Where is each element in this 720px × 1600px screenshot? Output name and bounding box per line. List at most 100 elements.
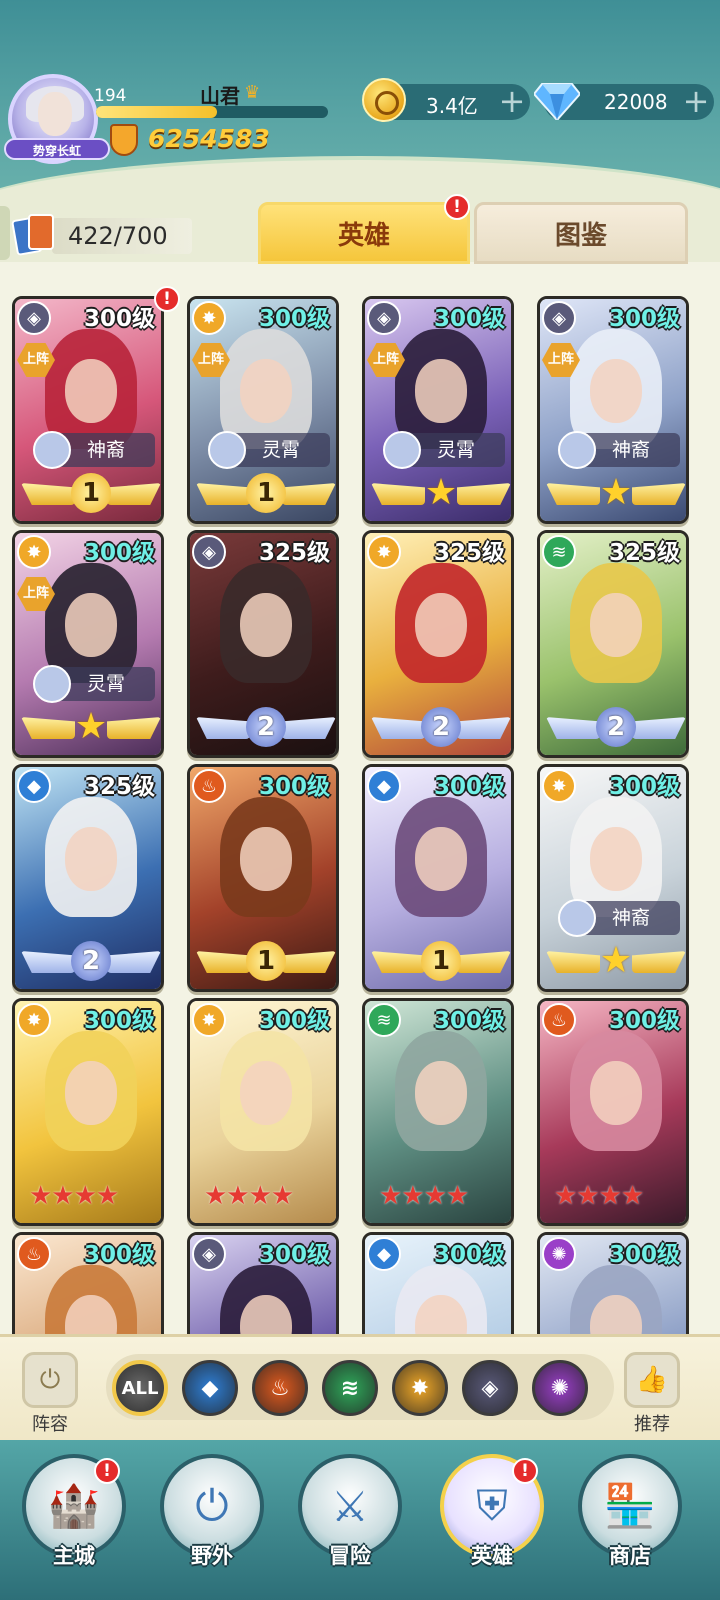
hero-card[interactable]: ◈ 300级 — [187, 1232, 339, 1334]
hero-face — [415, 1061, 467, 1125]
rank-wings: 1 — [21, 473, 161, 513]
rank-wings: ★ — [371, 473, 511, 513]
rank-wings: 1 — [371, 941, 511, 981]
wing-right-icon — [282, 483, 336, 505]
hero-card[interactable]: ◈ 300级 上阵 神裔 1 — [12, 296, 164, 524]
nature-faction-icon: ≋ — [367, 1003, 401, 1037]
light-faction-icon: ✸ — [192, 301, 226, 335]
wing-left-icon — [546, 483, 600, 505]
water-faction-icon: ◆ — [367, 769, 401, 803]
crown-icon: ♛ — [244, 82, 261, 103]
hero-level: 300级 — [258, 306, 330, 332]
hero-level: 300级 — [83, 306, 155, 332]
nav-helmet[interactable]: ⛨ 英雄! — [440, 1454, 544, 1600]
hero-level: 300级 — [258, 1008, 330, 1034]
rank-wings: ★ — [546, 941, 686, 981]
player-level: 194 — [94, 86, 127, 106]
hero-card[interactable]: ✸ 300级 ★★★★ — [187, 998, 339, 1226]
hero-card[interactable]: ♨ 300级 — [12, 1232, 164, 1334]
power-value: 6254583 — [148, 124, 270, 153]
filter-arcane-button[interactable]: ✺ — [532, 1360, 588, 1416]
rank-value: 2 — [71, 941, 111, 981]
hero-card[interactable]: ◈ 325级 2 — [187, 530, 339, 758]
rank-wings: 1 — [196, 473, 336, 513]
player-avatar[interactable]: 势穿长虹 — [4, 74, 110, 164]
class-emblem-icon — [558, 431, 596, 469]
dark-faction-icon: ◈ — [192, 1237, 226, 1271]
rank-wings: ★ — [21, 707, 161, 747]
hero-level: 300级 — [433, 1008, 505, 1034]
hero-card[interactable]: ◆ 300级 — [362, 1232, 514, 1334]
recommend-button[interactable]: 👍 推荐 — [620, 1352, 684, 1436]
hero-card[interactable]: ≋ 300级 ★★★★ — [362, 998, 514, 1226]
hero-card[interactable]: ✸ 300级 上阵 灵霄 1 — [187, 296, 339, 524]
collection-count: 422/700 — [68, 222, 168, 250]
light-faction-icon: ✸ — [367, 535, 401, 569]
nav-label: 野外 — [191, 1544, 233, 1568]
light-faction-icon: ✸ — [17, 1003, 51, 1037]
nav-shop[interactable]: 🏪 商店 — [578, 1454, 682, 1600]
hero-card[interactable]: ◆ 325级 2 — [12, 764, 164, 992]
hero-level: 325级 — [433, 540, 505, 566]
rank-wings: 1 — [196, 941, 336, 981]
filter-nature-button[interactable]: ≋ — [322, 1360, 378, 1416]
water-faction-icon: ◆ — [367, 1237, 401, 1271]
gold-plus-button[interactable]: + — [496, 84, 528, 120]
nav-label: 商店 — [609, 1544, 651, 1568]
arcane-faction-icon: ✺ — [542, 1237, 576, 1271]
nav-portal[interactable]: ⏻ 野外 — [160, 1454, 264, 1600]
wing-left-icon — [371, 483, 425, 505]
wing-right-icon — [632, 951, 686, 973]
rank-value: ★ — [599, 940, 633, 981]
hero-card[interactable]: ✸ 325级 2 — [362, 530, 514, 758]
hero-card[interactable]: ✸ 300级 神裔 ★ — [537, 764, 689, 992]
hero-level: 300级 — [608, 1242, 680, 1268]
filter-water-button[interactable]: ◆ — [182, 1360, 238, 1416]
filter-light-button[interactable]: ✸ — [392, 1360, 448, 1416]
star-rating: ★★★★ — [204, 1181, 294, 1211]
light-faction-icon: ✸ — [192, 1003, 226, 1037]
tab-gallery[interactable]: 图鉴 — [474, 202, 688, 264]
nav-alert-icon: ! — [94, 1458, 120, 1484]
hero-card[interactable]: ◆ 300级 1 — [362, 764, 514, 992]
wing-left-icon — [546, 951, 600, 973]
hero-level: 300级 — [608, 306, 680, 332]
left-edge-tab[interactable] — [0, 206, 10, 260]
hero-card[interactable]: ♨ 300级 1 — [187, 764, 339, 992]
wing-right-icon — [457, 483, 511, 505]
hero-card[interactable]: ◈ 300级 上阵 神裔 ★ — [537, 296, 689, 524]
filter-dark-button[interactable]: ◈ — [462, 1360, 518, 1416]
hero-card[interactable]: ◈ 300级 上阵 灵霄 ★ — [362, 296, 514, 524]
rank-value: 1 — [246, 473, 286, 513]
diamond-plus-button[interactable]: + — [680, 84, 712, 120]
hero-card[interactable]: ≋ 325级 2 — [537, 530, 689, 758]
avatar-face — [38, 92, 72, 136]
nav-castle[interactable]: 🏰 主城! — [22, 1454, 126, 1600]
filter-all-button[interactable]: ALL — [112, 1360, 168, 1416]
wing-left-icon — [546, 717, 600, 739]
class-emblem-icon — [558, 899, 596, 937]
hero-face — [65, 1061, 117, 1125]
hero-card[interactable]: ♨ 300级 ★★★★ — [537, 998, 689, 1226]
hero-face — [65, 593, 117, 657]
wing-left-icon — [196, 951, 250, 973]
tab-heroes[interactable]: 英雄 — [258, 202, 470, 264]
nav-sword[interactable]: ⚔ 冒险 — [298, 1454, 402, 1600]
hero-face — [415, 827, 467, 891]
hero-face — [240, 827, 292, 891]
lineup-button[interactable]: ⏻ 阵容 — [18, 1352, 82, 1436]
power-shield-icon — [110, 124, 138, 156]
hero-level: 300级 — [433, 1242, 505, 1268]
rank-value: ★ — [424, 472, 458, 513]
wing-right-icon — [457, 717, 511, 739]
rank-value: 1 — [71, 473, 111, 513]
hero-face — [240, 1061, 292, 1125]
light-faction-icon: ✸ — [542, 769, 576, 803]
filter-fire-button[interactable]: ♨ — [252, 1360, 308, 1416]
hero-level: 325级 — [258, 540, 330, 566]
hero-card[interactable]: ✸ 300级 ★★★★ — [12, 998, 164, 1226]
hero-card[interactable]: ✺ 300级 — [537, 1232, 689, 1334]
gold-value: 3.4亿 — [426, 94, 478, 118]
fire-faction-icon: ♨ — [192, 769, 226, 803]
hero-card[interactable]: ✸ 300级 上阵 灵霄 ★ — [12, 530, 164, 758]
